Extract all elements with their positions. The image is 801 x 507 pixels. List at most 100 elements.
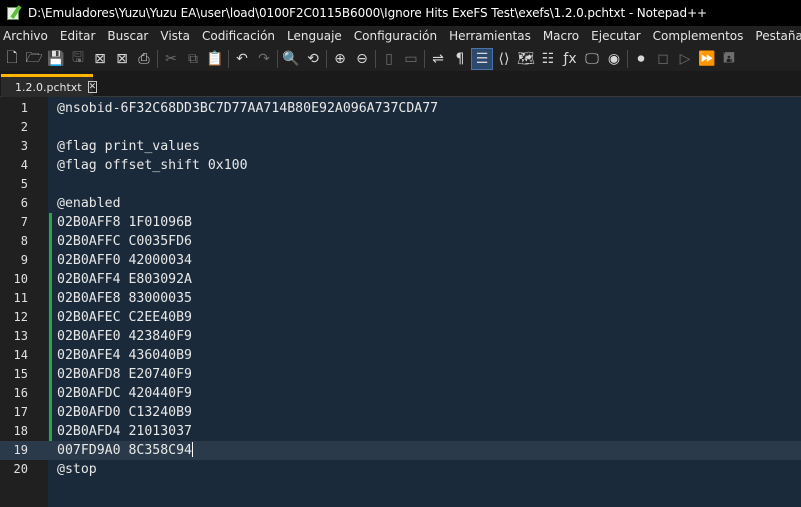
menu-item-buscar[interactable]: Buscar — [102, 29, 155, 43]
line-number: 16 — [13, 386, 28, 400]
editor-line[interactable]: 14 02B0AFE4 436040B9 — [0, 346, 801, 365]
line-text[interactable]: 02B0AFF0 42000034 — [57, 251, 192, 270]
save-icon[interactable]: 💾 — [45, 48, 67, 70]
xml-tag-icon[interactable]: ⟨⟩ — [493, 48, 515, 70]
menu-item-ejecutar[interactable]: Ejecutar — [586, 29, 648, 43]
redo-icon[interactable]: ↷ — [253, 48, 275, 70]
editor-line[interactable]: 6 @enabled — [0, 194, 801, 213]
editor-line[interactable]: 5 — [0, 175, 801, 194]
menu-item-pestanas[interactable]: Pestañas — [750, 29, 801, 43]
text-editor[interactable]: 1 @nsobid-6F32C68DD3BC7D77AA714B80E92A096… — [0, 97, 801, 507]
line-text[interactable]: 007FD9A0 8C358C94 — [57, 441, 193, 460]
indent-guide-icon[interactable]: ☰ — [471, 47, 493, 70]
print-icon[interactable]: ⎙ — [133, 48, 155, 70]
editor-line[interactable]: 20 @stop — [0, 460, 801, 479]
editor-line[interactable]: 1 @nsobid-6F32C68DD3BC7D77AA714B80E92A096… — [0, 99, 801, 118]
editor-line[interactable]: 12 02B0AFEC C2EE40B9 — [0, 308, 801, 327]
tab-1-2-0-pchtxt[interactable]: 1.2.0.pchtxt ✕ — [1, 74, 98, 97]
menu-item-lenguaje[interactable]: Lenguaje — [282, 29, 349, 43]
line-text[interactable]: 02B0AFD8 E20740F9 — [57, 365, 192, 384]
line-text[interactable]: @enabled — [57, 194, 121, 213]
close-icon[interactable]: ⊠ — [89, 48, 111, 70]
line-number: 5 — [20, 177, 28, 191]
close-all-icon[interactable]: ⊠ — [111, 48, 133, 70]
document-list-icon[interactable]: ☷ — [537, 48, 559, 70]
line-text[interactable]: 02B0AFDC 420440F9 — [57, 384, 192, 403]
editor-line[interactable]: 9 02B0AFF0 42000034 — [0, 251, 801, 270]
line-text[interactable]: @nsobid-6F32C68DD3BC7D77AA714B80E92A096A… — [57, 99, 438, 118]
editor-line[interactable]: 11 02B0AFE8 83000035 — [0, 289, 801, 308]
tab-close-icon[interactable]: ✕ — [87, 81, 98, 93]
cut-icon[interactable]: ✂ — [160, 48, 182, 70]
undo-icon[interactable]: ↶ — [231, 48, 253, 70]
editor-line[interactable]: 13 02B0AFE0 423840F9 — [0, 327, 801, 346]
line-text[interactable]: 02B0AFE0 423840F9 — [57, 327, 192, 346]
stop-macro-icon[interactable]: ◻ — [652, 48, 674, 70]
open-file-icon[interactable]: 🗁 — [23, 48, 45, 70]
line-text[interactable]: 02B0AFD4 21013037 — [57, 422, 192, 441]
save-macro-icon[interactable]: 🖪 — [718, 48, 740, 70]
show-all-chars-icon[interactable]: ¶ — [449, 48, 471, 70]
editor-line[interactable]: 8 02B0AFFC C0035FD6 — [0, 232, 801, 251]
copy-icon[interactable]: ⧉ — [182, 48, 204, 70]
word-wrap-icon[interactable]: ⇌ — [427, 48, 449, 70]
editor-line[interactable]: 15 02B0AFD8 E20740F9 — [0, 365, 801, 384]
replace-icon[interactable]: ⟲ — [302, 48, 324, 70]
zoom-out-icon[interactable]: ⊖ — [351, 48, 373, 70]
line-text[interactable]: @flag offset_shift 0x100 — [57, 156, 248, 175]
tab-bar: 1.2.0.pchtxt ✕ — [0, 71, 801, 97]
line-text[interactable]: 02B0AFE8 83000035 — [57, 289, 192, 308]
save-all-icon[interactable]: 🖫 — [67, 48, 89, 70]
monitoring-icon[interactable]: ◉ — [603, 48, 625, 70]
zoom-in-icon[interactable]: ⊕ — [329, 48, 351, 70]
line-number: 2 — [20, 120, 28, 134]
menu-item-macro[interactable]: Macro — [538, 29, 586, 43]
sync-horizontal-icon[interactable]: ▭ — [400, 48, 422, 70]
toolbar-separator — [228, 49, 229, 68]
menu-item-herramientas[interactable]: Herramientas — [444, 29, 538, 43]
editor-line[interactable]: 7 02B0AFF8 1F01096B — [0, 213, 801, 232]
line-text[interactable]: 02B0AFF8 1F01096B — [57, 213, 192, 232]
toolbar-separator — [424, 49, 425, 68]
editor-line[interactable]: 3 @flag print_values — [0, 137, 801, 156]
play-macro-icon[interactable]: ▷ — [674, 48, 696, 70]
menu-item-codificacion[interactable]: Codificación — [197, 29, 282, 43]
paste-icon[interactable]: 📋 — [204, 48, 226, 70]
line-text[interactable]: 02B0AFFC C0035FD6 — [57, 232, 192, 251]
menu-item-archivo[interactable]: Archivo — [0, 29, 55, 43]
menu-item-vista[interactable]: Vista — [155, 29, 197, 43]
sync-vertical-icon[interactable]: ▯ — [378, 48, 400, 70]
editor-line[interactable]: 16 02B0AFDC 420440F9 — [0, 384, 801, 403]
menu-item-configuracion[interactable]: Configuración — [349, 29, 444, 43]
line-text[interactable]: 02B0AFE4 436040B9 — [57, 346, 192, 365]
line-text[interactable]: @flag print_values — [57, 137, 200, 156]
toolbar: 🗋 🗁 💾 🖫 ⊠ ⊠ ⎙ ✂ ⧉ 📋 ↶ ↷ 🔍 ⟲ ⊕ ⊖ ▯ ▭ ⇌ ¶ ☰ ⟨⟩ 🗺 ☷ ƒx 🖵 ◉ ⏺ ◻ ▷ ⏩ 🖪 — [0, 46, 801, 71]
line-text[interactable]: 02B0AFF4 E803092A — [57, 270, 192, 289]
function-list-icon[interactable]: ƒx — [559, 48, 581, 70]
toolbar-separator — [326, 49, 327, 68]
line-number: 17 — [13, 405, 28, 419]
folder-workspace-icon[interactable]: 🖵 — [581, 48, 603, 70]
editor-line[interactable]: 10 02B0AFF4 E803092A — [0, 270, 801, 289]
toolbar-separator — [157, 49, 158, 68]
line-number: 13 — [13, 329, 28, 343]
menu-bar: Archivo Editar Buscar Vista Codificación Leng… — [0, 26, 801, 46]
editor-line[interactable]: 4 @flag offset_shift 0x100 — [0, 156, 801, 175]
menu-item-complementos[interactable]: Complementos — [648, 29, 751, 43]
menu-item-editar[interactable]: Editar — [55, 29, 103, 43]
line-number: 1 — [20, 101, 28, 115]
line-number: 12 — [13, 310, 28, 324]
record-macro-icon[interactable]: ⏺ — [630, 48, 652, 70]
run-macro-multiple-icon[interactable]: ⏩ — [696, 48, 718, 70]
new-file-icon[interactable]: 🗋 — [1, 48, 23, 70]
editor-line[interactable]: 18 02B0AFD4 21013037 — [0, 422, 801, 441]
editor-line[interactable]: 17 02B0AFD0 C13240B9 — [0, 403, 801, 422]
find-icon[interactable]: 🔍 — [280, 48, 302, 70]
line-text[interactable]: 02B0AFEC C2EE40B9 — [57, 308, 192, 327]
line-text[interactable]: 02B0AFD0 C13240B9 — [57, 403, 192, 422]
editor-line[interactable]: 2 — [0, 118, 801, 137]
line-number: 4 — [20, 158, 28, 172]
editor-line[interactable]: 19 007FD9A0 8C358C94 — [0, 441, 801, 460]
line-text[interactable]: @stop — [57, 460, 97, 479]
document-map-icon[interactable]: 🗺 — [515, 48, 537, 70]
